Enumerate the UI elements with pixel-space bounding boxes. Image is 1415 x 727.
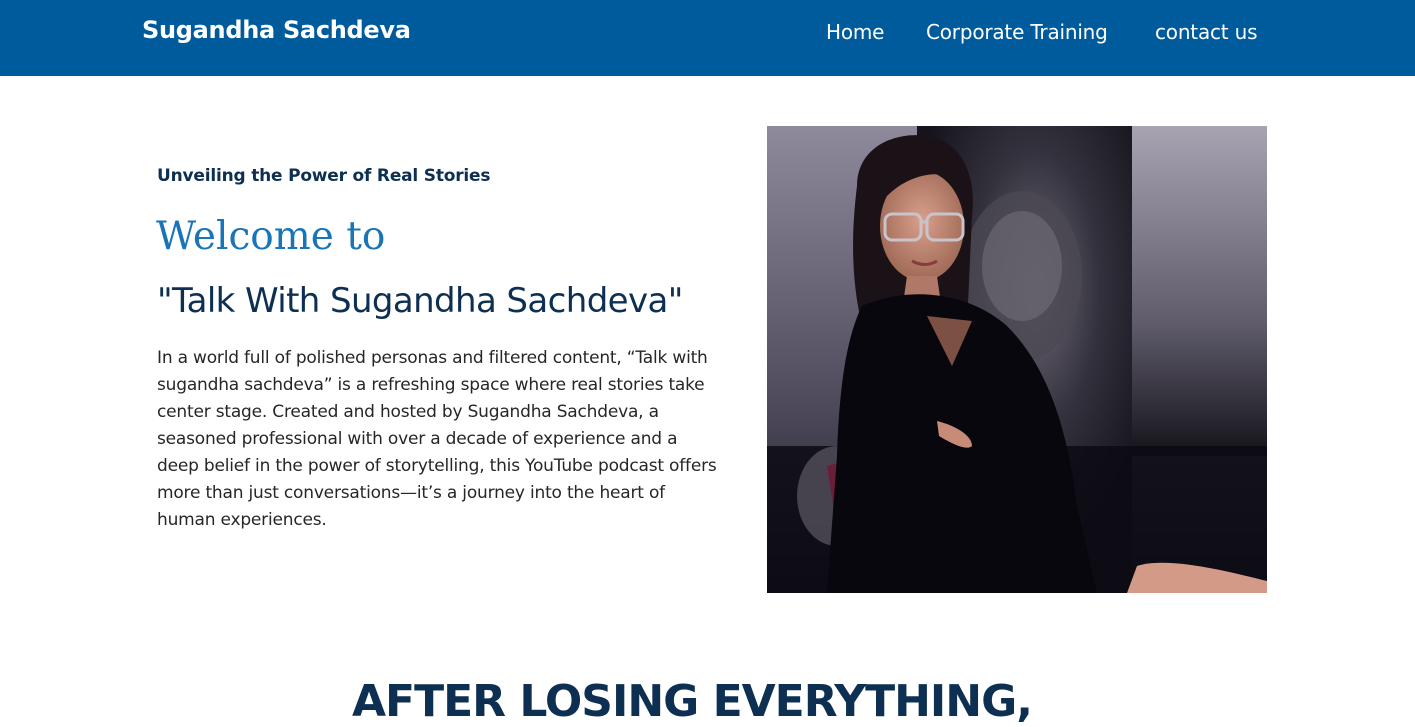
host-portrait-photo [767,126,1267,593]
nav-home-link[interactable]: Home [826,20,884,44]
show-title-heading: "Talk With Sugandha Sachdeva" [157,281,683,321]
intro-paragraph: In a world full of polished personas and… [157,348,717,530]
section-heading: AFTER LOSING EVERYTHING, [352,676,1033,727]
nav-corporate-training-link[interactable]: Corporate Training [926,20,1108,44]
portrait-illustration [767,126,1267,593]
hero-tagline: Unveiling the Power of Real Stories [157,166,491,186]
nav-contact-link[interactable]: contact us [1155,20,1258,44]
site-header: Sugandha Sachdeva Home Corporate Trainin… [0,0,1415,76]
site-logo-text[interactable]: Sugandha Sachdeva [142,16,411,44]
welcome-heading: Welcome to [156,214,386,259]
